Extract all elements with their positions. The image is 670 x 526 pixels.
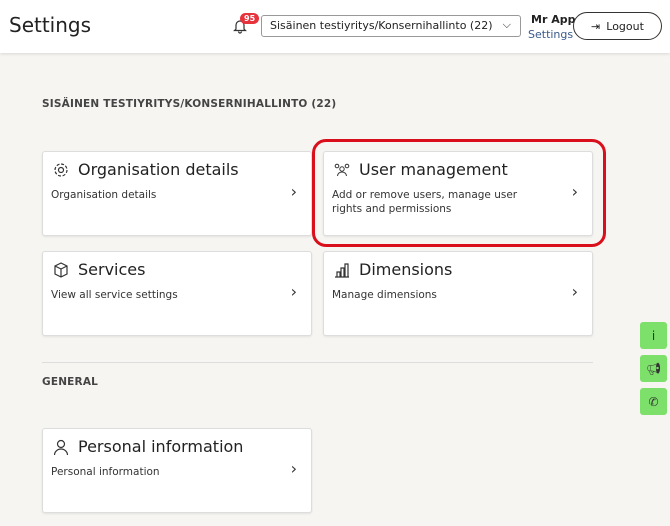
card-personal-information[interactable]: Personal information Personal informatio… bbox=[42, 428, 312, 513]
card-description: Personal information bbox=[51, 466, 160, 478]
gear-icon bbox=[54, 162, 68, 177]
card-description: Manage dimensions bbox=[332, 289, 437, 301]
user-settings-link[interactable]: Settings bbox=[528, 28, 573, 41]
chevron-right-icon: › bbox=[290, 182, 297, 201]
notification-badge: 95 bbox=[240, 13, 260, 24]
chevron-right-icon: › bbox=[290, 282, 297, 301]
logout-icon: ⇥ bbox=[591, 19, 601, 33]
contact-button[interactable]: ✆ bbox=[640, 388, 667, 415]
megaphone-icon: 📢︎ bbox=[645, 361, 662, 376]
announcements-button[interactable]: 📢︎ bbox=[640, 355, 667, 382]
phone-icon: ✆ bbox=[648, 394, 659, 409]
organisation-select-value: Sisäinen testiyritys/Konsernihallinto (2… bbox=[270, 19, 493, 32]
highlight-outline bbox=[312, 139, 606, 247]
card-description: View all service settings bbox=[51, 289, 178, 301]
card-services[interactable]: Services View all service settings › bbox=[42, 251, 312, 336]
chevron-down-icon: ⌵ bbox=[502, 18, 511, 31]
card-organisation-details[interactable]: Organisation details Organisation detail… bbox=[42, 151, 312, 236]
chevron-right-icon: › bbox=[571, 282, 578, 301]
bar-chart-icon bbox=[335, 262, 349, 278]
organisation-select[interactable]: Sisäinen testiyritys/Konsernihallinto (2… bbox=[261, 15, 521, 37]
card-dimensions[interactable]: Dimensions Manage dimensions › bbox=[323, 251, 593, 336]
box-icon bbox=[54, 261, 68, 278]
chevron-right-icon: › bbox=[290, 459, 297, 478]
page-title: Settings bbox=[9, 13, 92, 37]
user-name: Mr App bbox=[531, 13, 576, 26]
divider bbox=[42, 362, 593, 363]
card-title: Organisation details bbox=[78, 160, 239, 179]
card-description: Organisation details bbox=[51, 189, 157, 201]
info-icon: i bbox=[651, 328, 656, 343]
header: Settings 95 Sisäinen testiyritys/Konsern… bbox=[0, 0, 670, 53]
info-button[interactable]: i bbox=[640, 322, 667, 349]
logout-label: Logout bbox=[606, 19, 644, 33]
card-title: Personal information bbox=[78, 437, 244, 456]
card-title: Dimensions bbox=[359, 260, 453, 279]
card-title: Services bbox=[78, 260, 146, 279]
section-heading-org: SISÄINEN TESTIYRITYS/KONSERNIHALLINTO (2… bbox=[42, 98, 337, 110]
section-heading-general: GENERAL bbox=[42, 376, 99, 388]
person-icon bbox=[53, 439, 69, 455]
logout-button[interactable]: ⇥ Logout bbox=[573, 12, 662, 40]
